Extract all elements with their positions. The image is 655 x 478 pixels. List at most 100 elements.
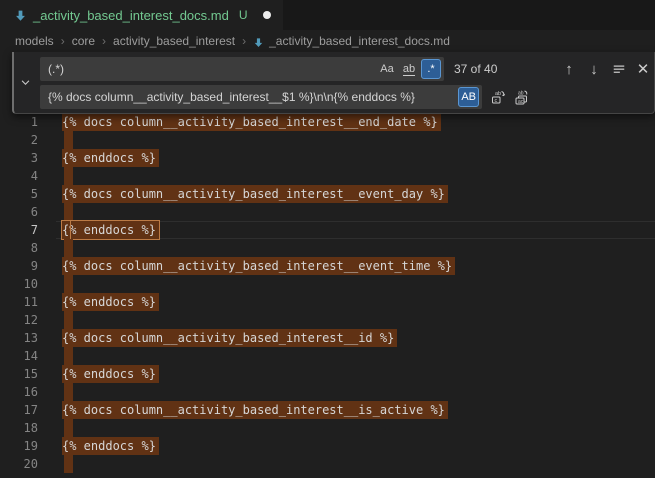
breadcrumb-item-activity-based-interest[interactable]: activity_based_interest [113,34,235,48]
find-match-empty [64,203,73,221]
find-match-empty [64,419,73,437]
git-status-badge: U [239,8,248,22]
line-number: 5 [0,185,38,203]
find-replace-widget: (.*) Aa ab .* 37 of 40 ↑ ↓ ✕ {% docs col… [12,52,655,114]
editor-line[interactable]: 9 {% docs column__activity_based_interest… [0,257,655,275]
line-content[interactable]: {% enddocs %} [62,365,159,383]
breadcrumb-separator: › [61,34,65,48]
arrow-up-icon: ↑ [565,61,573,78]
close-find-widget-button[interactable]: ✕ [632,58,654,80]
find-match-current: {% enddocs %} [62,221,159,239]
tab-filename: _activity_based_interest_docs.md [33,8,229,23]
breadcrumb-separator: › [242,34,246,48]
find-in-selection-button[interactable] [608,58,630,80]
find-match-empty [64,239,73,257]
editor-line[interactable]: 18 [0,419,655,437]
line-number: 20 [0,455,38,473]
previous-match-button[interactable]: ↑ [558,58,580,80]
replace-input[interactable]: {% docs column__activity_based_interest_… [40,85,482,109]
line-number: 8 [0,239,38,257]
find-match-empty [64,275,73,293]
breadcrumb-item-models[interactable]: models [15,34,54,48]
toggle-replace-chevron-icon[interactable] [16,73,34,91]
replace-button[interactable]: ab c [487,86,509,108]
line-number: 11 [0,293,38,311]
find-match-empty [64,167,73,185]
editor-line[interactable]: 19{% enddocs %} [0,437,655,455]
find-match: {% enddocs %} [62,149,159,167]
line-number: 6 [0,203,38,221]
tab-active-file[interactable]: _activity_based_interest_docs.md U [0,0,283,30]
editor-line[interactable]: 11 {% enddocs %} [0,293,655,311]
find-match: {% docs column__activity_based_interest_… [62,113,441,131]
match-count: 37 of 40 [454,57,497,81]
line-content[interactable]: {% docs column__activity_based_interest_… [62,329,397,347]
whole-word-toggle[interactable]: ab [399,59,419,79]
line-number: 14 [0,347,38,365]
line-content[interactable]: {% docs column__activity_based_interest_… [62,185,448,203]
markdown-file-icon [14,9,27,22]
line-content[interactable]: {% docs column__activity_based_interest_… [62,257,455,275]
find-match: {% enddocs %} [62,293,159,311]
line-content[interactable]: {% docs column__activity_based_interest_… [62,113,441,131]
line-number: 1 [0,113,38,131]
find-match: {% enddocs %} [62,365,159,383]
editor-line[interactable]: 3{% enddocs %} [0,149,655,167]
breadcrumb: models › core › activity_based_interest … [0,30,655,52]
breadcrumb-separator: › [102,34,106,48]
line-content[interactable] [62,455,73,478]
line-number: 4 [0,167,38,185]
close-icon: ✕ [637,60,650,78]
line-number: 7 [0,221,38,239]
editor-line[interactable]: 20 [0,455,655,473]
arrow-down-icon: ↓ [590,61,598,78]
line-number: 2 [0,131,38,149]
find-match-empty [64,311,73,329]
modified-dot-indicator[interactable] [263,11,271,19]
editor-line[interactable]: 4 [0,167,655,185]
editor-line[interactable]: 2 [0,131,655,149]
find-match-empty [64,383,73,401]
svg-text:ac: ac [518,99,524,105]
line-content[interactable]: {% enddocs %} [62,221,159,239]
line-number: 18 [0,419,38,437]
line-content[interactable]: {% enddocs %} [62,293,159,311]
find-match-empty [64,347,73,365]
line-content[interactable]: {% enddocs %} [62,149,159,167]
replace-all-icon: ab ac [514,89,530,105]
editor-line[interactable]: 10 [0,275,655,293]
editor-line[interactable]: 12 [0,311,655,329]
editor-line[interactable]: 15 {% enddocs %} [0,365,655,383]
replace-icon: ab c [490,89,506,105]
editor-line[interactable]: 13 {% docs column__activity_based_interes… [0,329,655,347]
line-number: 13 [0,329,38,347]
editor-line[interactable]: 8 [0,239,655,257]
svg-text:c: c [495,98,498,104]
editor-line[interactable]: 5 {% docs column__activity_based_interest… [0,185,655,203]
line-number: 9 [0,257,38,275]
line-content[interactable]: {% docs column__activity_based_interest_… [62,401,448,419]
find-match: {% docs column__activity_based_interest_… [62,257,455,275]
find-match: {% docs column__activity_based_interest_… [62,401,448,419]
editor-line[interactable]: 1 {% docs column__activity_based_interest… [0,113,655,131]
line-number: 12 [0,311,38,329]
editor-line[interactable]: 17{% docs column__activity_based_interes… [0,401,655,419]
editor-line[interactable]: 7 {% enddocs %} [0,221,655,239]
line-content[interactable]: {% enddocs %} [62,437,159,455]
svg-text:ab: ab [495,91,501,97]
find-match-empty [64,455,73,473]
editor-pane[interactable]: 1{% docs column__activity_based_interest… [0,52,655,470]
regex-toggle[interactable]: .* [421,59,441,79]
editor-line[interactable]: 16 [0,383,655,401]
replace-all-button[interactable]: ab ac [511,86,533,108]
line-number: 16 [0,383,38,401]
breadcrumb-item-core[interactable]: core [72,34,95,48]
preserve-case-toggle[interactable]: AB [458,87,479,107]
breadcrumb-item-file[interactable]: _activity_based_interest_docs.md [269,34,450,48]
find-input[interactable]: (.*) Aa ab .* [40,57,444,81]
editor-line[interactable]: 14 [0,347,655,365]
line-number: 15 [0,365,38,383]
next-match-button[interactable]: ↓ [583,58,605,80]
match-case-toggle[interactable]: Aa [377,59,397,79]
editor-line[interactable]: 6 [0,203,655,221]
